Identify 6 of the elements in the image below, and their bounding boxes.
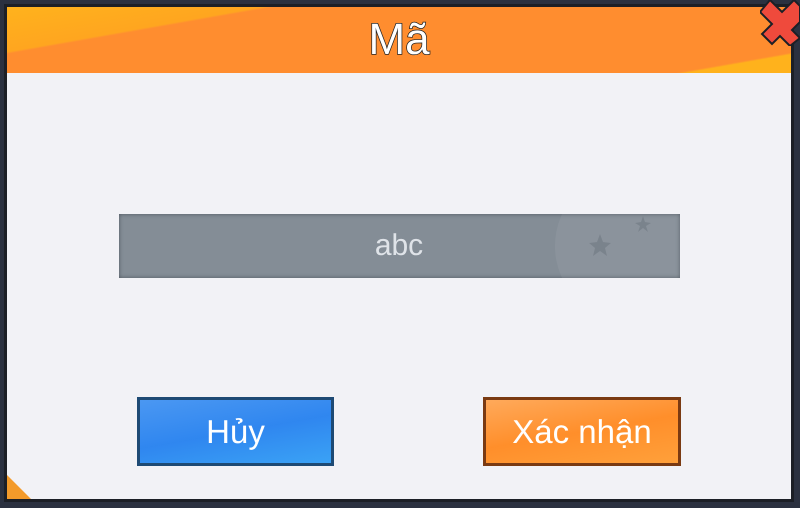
confirm-button[interactable]: Xác nhận <box>483 397 681 466</box>
corner-triangle-icon <box>7 475 31 499</box>
cancel-button[interactable]: Hủy <box>137 397 334 466</box>
code-input-field[interactable]: abc <box>118 214 680 278</box>
close-icon[interactable] <box>760 0 800 46</box>
dialog-title: Mã <box>368 18 430 62</box>
